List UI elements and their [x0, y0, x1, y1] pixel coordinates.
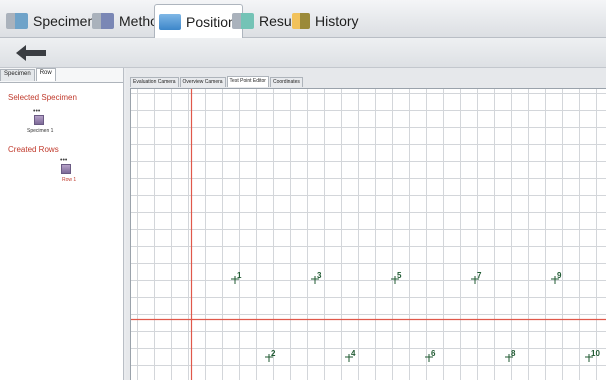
editor-tabs: Evaluation Camera Overview Camera Test P…	[130, 76, 304, 88]
test-point-label: 2	[271, 349, 276, 358]
test-point[interactable]: 2	[265, 349, 276, 362]
editor-area: Evaluation Camera Overview Camera Test P…	[126, 68, 606, 380]
tab-label: History	[315, 13, 359, 29]
test-point[interactable]: 1	[231, 271, 242, 284]
test-point-label: 8	[511, 349, 516, 358]
specimen-item-label[interactable]: Specimen 1	[27, 128, 53, 134]
position-icon	[159, 14, 181, 30]
test-point-label: 3	[317, 271, 322, 280]
left-panel: Specimen Row Selected Specimen ••• Speci…	[0, 68, 124, 380]
tab-evaluation-camera[interactable]: Evaluation Camera	[130, 77, 179, 87]
tab-coordinates[interactable]: Coordinates	[269, 77, 303, 87]
tab-overview-camera[interactable]: Overview Camera	[179, 77, 226, 87]
history-icon	[292, 13, 310, 29]
tab-history[interactable]: History	[288, 6, 365, 36]
test-point[interactable]: 7	[471, 271, 482, 284]
grid-lines	[131, 89, 606, 380]
test-point[interactable]: 9	[551, 271, 562, 284]
left-panel-body: Selected Specimen ••• Specimen 1 Created…	[0, 82, 123, 380]
test-point-canvas[interactable]: 1 3 5 7 9 2 4 6 8 10	[130, 88, 606, 380]
method-icon	[92, 13, 114, 29]
left-subtabs: Specimen Row	[0, 68, 57, 82]
back-arrow-icon[interactable]	[16, 45, 46, 61]
row-item-label[interactable]: Row 1	[62, 177, 76, 183]
test-point-label: 6	[431, 349, 436, 358]
test-point[interactable]: 3	[311, 271, 322, 284]
test-point-label: 4	[351, 349, 356, 358]
test-point[interactable]: 4	[345, 349, 356, 362]
selected-specimen-title: Selected Specimen	[8, 93, 77, 102]
result-icon	[232, 13, 254, 29]
tab-specimen[interactable]: Specimen	[2, 6, 101, 36]
toolbar	[0, 38, 606, 68]
specimen-icon	[6, 13, 28, 29]
test-point-label: 5	[397, 271, 402, 280]
created-rows-title: Created Rows	[8, 145, 59, 154]
test-point[interactable]: 10	[585, 349, 600, 362]
subtab-row[interactable]: Row	[35, 68, 56, 81]
test-point-label: 7	[477, 271, 482, 280]
subtab-specimen[interactable]: Specimen	[0, 69, 35, 81]
axis-lines	[131, 89, 606, 380]
test-point-label: 9	[557, 271, 562, 280]
test-point[interactable]: 8	[505, 349, 516, 362]
test-point-label: 1	[237, 271, 242, 280]
tab-test-point-editor[interactable]: Test Point Editor	[226, 76, 269, 87]
test-point-label: 10	[591, 349, 600, 358]
grid-canvas[interactable]: 1 3 5 7 9 2 4 6 8 10	[131, 89, 606, 380]
main-tab-bar: Specimen Method Position Result History	[0, 0, 606, 39]
tab-label: Specimen	[33, 13, 96, 29]
row-icon[interactable]	[61, 164, 71, 174]
specimen-icon[interactable]	[34, 115, 44, 125]
